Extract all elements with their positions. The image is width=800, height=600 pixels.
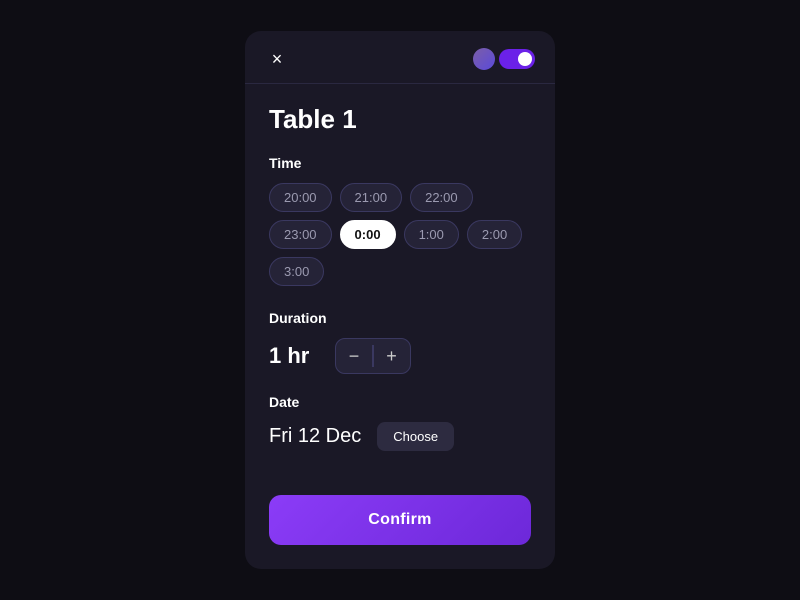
booking-modal: × Table 1 Time 20:00 21:00 22:00 23:00 0… bbox=[245, 31, 555, 569]
time-chip-0100[interactable]: 1:00 bbox=[404, 220, 459, 249]
time-grid: 20:00 21:00 22:00 23:00 0:00 1:00 2:00 3… bbox=[269, 183, 531, 286]
duration-label: Duration bbox=[269, 310, 531, 326]
increment-button[interactable]: + bbox=[374, 339, 410, 373]
time-chip-2300[interactable]: 23:00 bbox=[269, 220, 332, 249]
choose-date-button[interactable]: Choose bbox=[377, 422, 454, 451]
date-section: Date Fri 12 Dec Choose bbox=[269, 394, 531, 451]
duration-section: Duration 1 hr − + bbox=[269, 310, 531, 374]
modal-body: Table 1 Time 20:00 21:00 22:00 23:00 0:0… bbox=[245, 84, 555, 495]
table-title: Table 1 bbox=[269, 104, 531, 135]
modal-header: × bbox=[245, 31, 555, 84]
time-section: Time 20:00 21:00 22:00 23:00 0:00 1:00 2… bbox=[269, 155, 531, 286]
toggle-wrapper bbox=[473, 48, 535, 70]
decrement-button[interactable]: − bbox=[336, 339, 372, 373]
date-value: Fri 12 Dec bbox=[269, 425, 361, 448]
user-avatar bbox=[473, 48, 495, 70]
close-button[interactable]: × bbox=[265, 47, 289, 71]
duration-stepper: − + bbox=[335, 338, 411, 374]
time-label: Time bbox=[269, 155, 531, 171]
date-row: Fri 12 Dec Choose bbox=[269, 422, 531, 451]
duration-row: 1 hr − + bbox=[269, 338, 531, 374]
time-chip-0000[interactable]: 0:00 bbox=[340, 220, 396, 249]
theme-toggle[interactable] bbox=[499, 49, 535, 69]
date-label: Date bbox=[269, 394, 531, 410]
time-chip-2200[interactable]: 22:00 bbox=[410, 183, 473, 212]
time-chip-0200[interactable]: 2:00 bbox=[467, 220, 522, 249]
time-chip-2100[interactable]: 21:00 bbox=[340, 183, 403, 212]
time-chip-0300[interactable]: 3:00 bbox=[269, 257, 324, 286]
duration-value: 1 hr bbox=[269, 343, 319, 369]
confirm-button[interactable]: Confirm bbox=[269, 495, 531, 545]
time-chip-2000[interactable]: 20:00 bbox=[269, 183, 332, 212]
